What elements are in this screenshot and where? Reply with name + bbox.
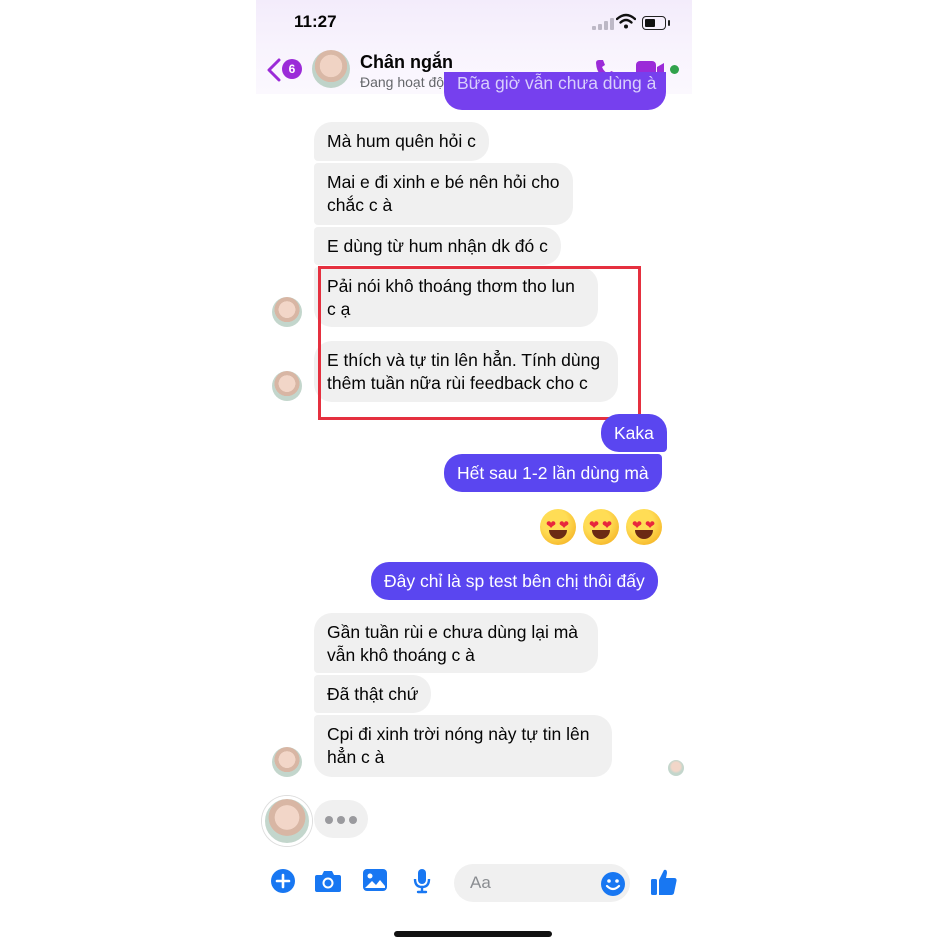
emoji-picker-icon[interactable] xyxy=(600,871,626,897)
message-incoming[interactable]: Mà hum quên hỏi c xyxy=(314,122,489,161)
status-time: 11:27 xyxy=(294,12,337,31)
message-outgoing[interactable]: Kaka xyxy=(601,414,667,452)
home-indicator xyxy=(394,931,552,937)
thumbs-up-icon[interactable] xyxy=(650,867,678,897)
message-incoming[interactable]: E dùng từ hum nhận dk đó c xyxy=(314,227,561,265)
battery-icon xyxy=(642,16,670,30)
message-outgoing-partial[interactable]: Bữa giờ vẫn chưa dùng à xyxy=(444,72,666,110)
status-bar: 11:27 xyxy=(256,0,692,46)
message-outgoing[interactable]: Hết sau 1-2 lần dùng mà xyxy=(444,454,662,492)
cellular-signal-icon xyxy=(592,18,618,30)
message-outgoing[interactable]: Đây chỉ là sp test bên chị thôi đấy xyxy=(371,562,658,600)
typing-indicator xyxy=(314,800,368,838)
typing-avatar xyxy=(262,796,312,846)
highlight-annotation-box xyxy=(318,266,641,420)
message-incoming[interactable]: Gần tuần rùi e chưa dùng lại mà vẫn khô … xyxy=(314,613,598,673)
heart-eyes-emoji-icon: ❤ ❤ xyxy=(626,509,662,545)
sender-avatar[interactable] xyxy=(272,371,302,401)
unread-count-badge[interactable]: 6 xyxy=(282,59,302,79)
online-indicator xyxy=(670,65,679,74)
sender-avatar[interactable] xyxy=(272,297,302,327)
message-incoming[interactable]: Đã thật chứ xyxy=(314,675,432,713)
camera-icon[interactable] xyxy=(314,868,342,894)
microphone-icon[interactable] xyxy=(412,868,432,894)
emoji-message[interactable]: ❤ ❤ ❤ ❤ ❤ ❤ xyxy=(540,509,666,547)
back-chevron-icon[interactable] xyxy=(266,58,282,82)
contact-avatar[interactable] xyxy=(312,50,350,88)
seen-receipt-avatar xyxy=(668,760,684,776)
message-incoming[interactable]: Cpi đi xinh trời nóng này tự tin lên hẳn… xyxy=(314,715,612,777)
messenger-screen: 11:27 6 Chân ngắn Đang hoạt động Bữa giờ… xyxy=(256,0,692,946)
wifi-icon xyxy=(616,13,636,29)
heart-eyes-emoji-icon: ❤ ❤ xyxy=(540,509,576,545)
sender-avatar[interactable] xyxy=(272,747,302,777)
image-gallery-icon[interactable] xyxy=(362,868,388,892)
contact-name[interactable]: Chân ngắn xyxy=(360,52,453,73)
heart-eyes-emoji-icon: ❤ ❤ xyxy=(583,509,619,545)
message-incoming[interactable]: Mai e đi xinh e bé nên hỏi cho chắc c à xyxy=(314,163,573,225)
plus-icon[interactable] xyxy=(270,868,296,894)
